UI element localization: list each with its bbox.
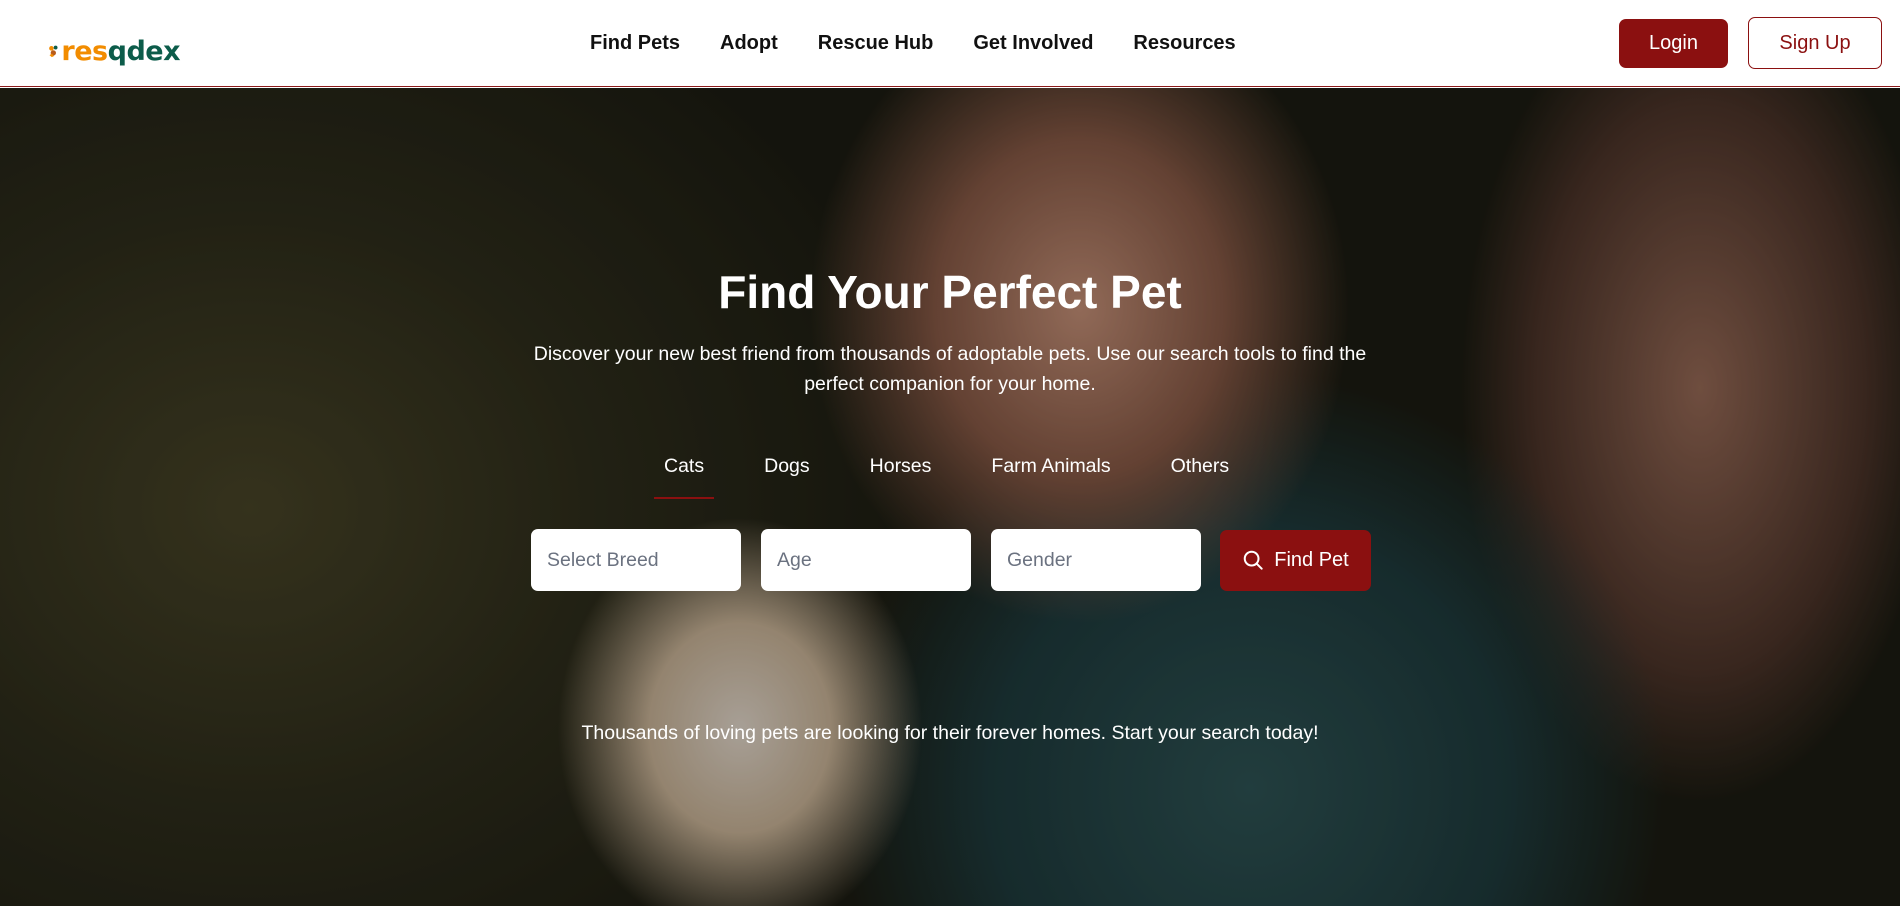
hero-section: Find Your Perfect Pet Discover your new … — [0, 88, 1900, 906]
tab-cats[interactable]: Cats — [654, 454, 715, 499]
signup-button[interactable]: Sign Up — [1748, 17, 1882, 69]
login-button[interactable]: Login — [1619, 19, 1728, 68]
hero-title: Find Your Perfect Pet — [718, 266, 1182, 318]
age-input[interactable] — [761, 529, 971, 591]
site-logo[interactable]: resqdex — [48, 30, 180, 72]
main-nav: Find Pets Adopt Rescue Hub Get Involved … — [590, 30, 1276, 56]
find-pet-button[interactable]: Find Pet — [1220, 529, 1371, 591]
pet-search-form: Find Pet — [531, 529, 1371, 591]
tab-horses[interactable]: Horses — [860, 454, 942, 488]
tab-others[interactable]: Others — [1161, 454, 1240, 488]
search-icon — [1243, 550, 1263, 570]
pets-logo-icon — [49, 45, 58, 58]
nav-adopt[interactable]: Adopt — [720, 30, 778, 56]
hero-note: Thousands of loving pets are looking for… — [581, 722, 1319, 744]
logo-text: resqdex — [61, 35, 180, 67]
hero-subtitle: Discover your new best friend from thous… — [533, 343, 1367, 395]
find-pet-label: Find Pet — [1274, 548, 1349, 571]
nav-find-pets[interactable]: Find Pets — [590, 30, 680, 56]
tab-farm-animals[interactable]: Farm Animals — [981, 454, 1120, 488]
tab-dogs[interactable]: Dogs — [754, 454, 820, 488]
hero-content: Find Your Perfect Pet Discover your new … — [0, 88, 1900, 906]
nav-rescue-hub[interactable]: Rescue Hub — [818, 30, 934, 56]
nav-resources[interactable]: Resources — [1133, 30, 1235, 56]
site-header: resqdex Find Pets Adopt Rescue Hub Get I… — [0, 0, 1900, 87]
gender-input[interactable] — [991, 529, 1201, 591]
pet-type-tabs: Cats Dogs Horses Farm Animals Others — [654, 454, 1279, 499]
breed-select[interactable] — [531, 529, 741, 591]
nav-get-involved[interactable]: Get Involved — [973, 30, 1093, 56]
